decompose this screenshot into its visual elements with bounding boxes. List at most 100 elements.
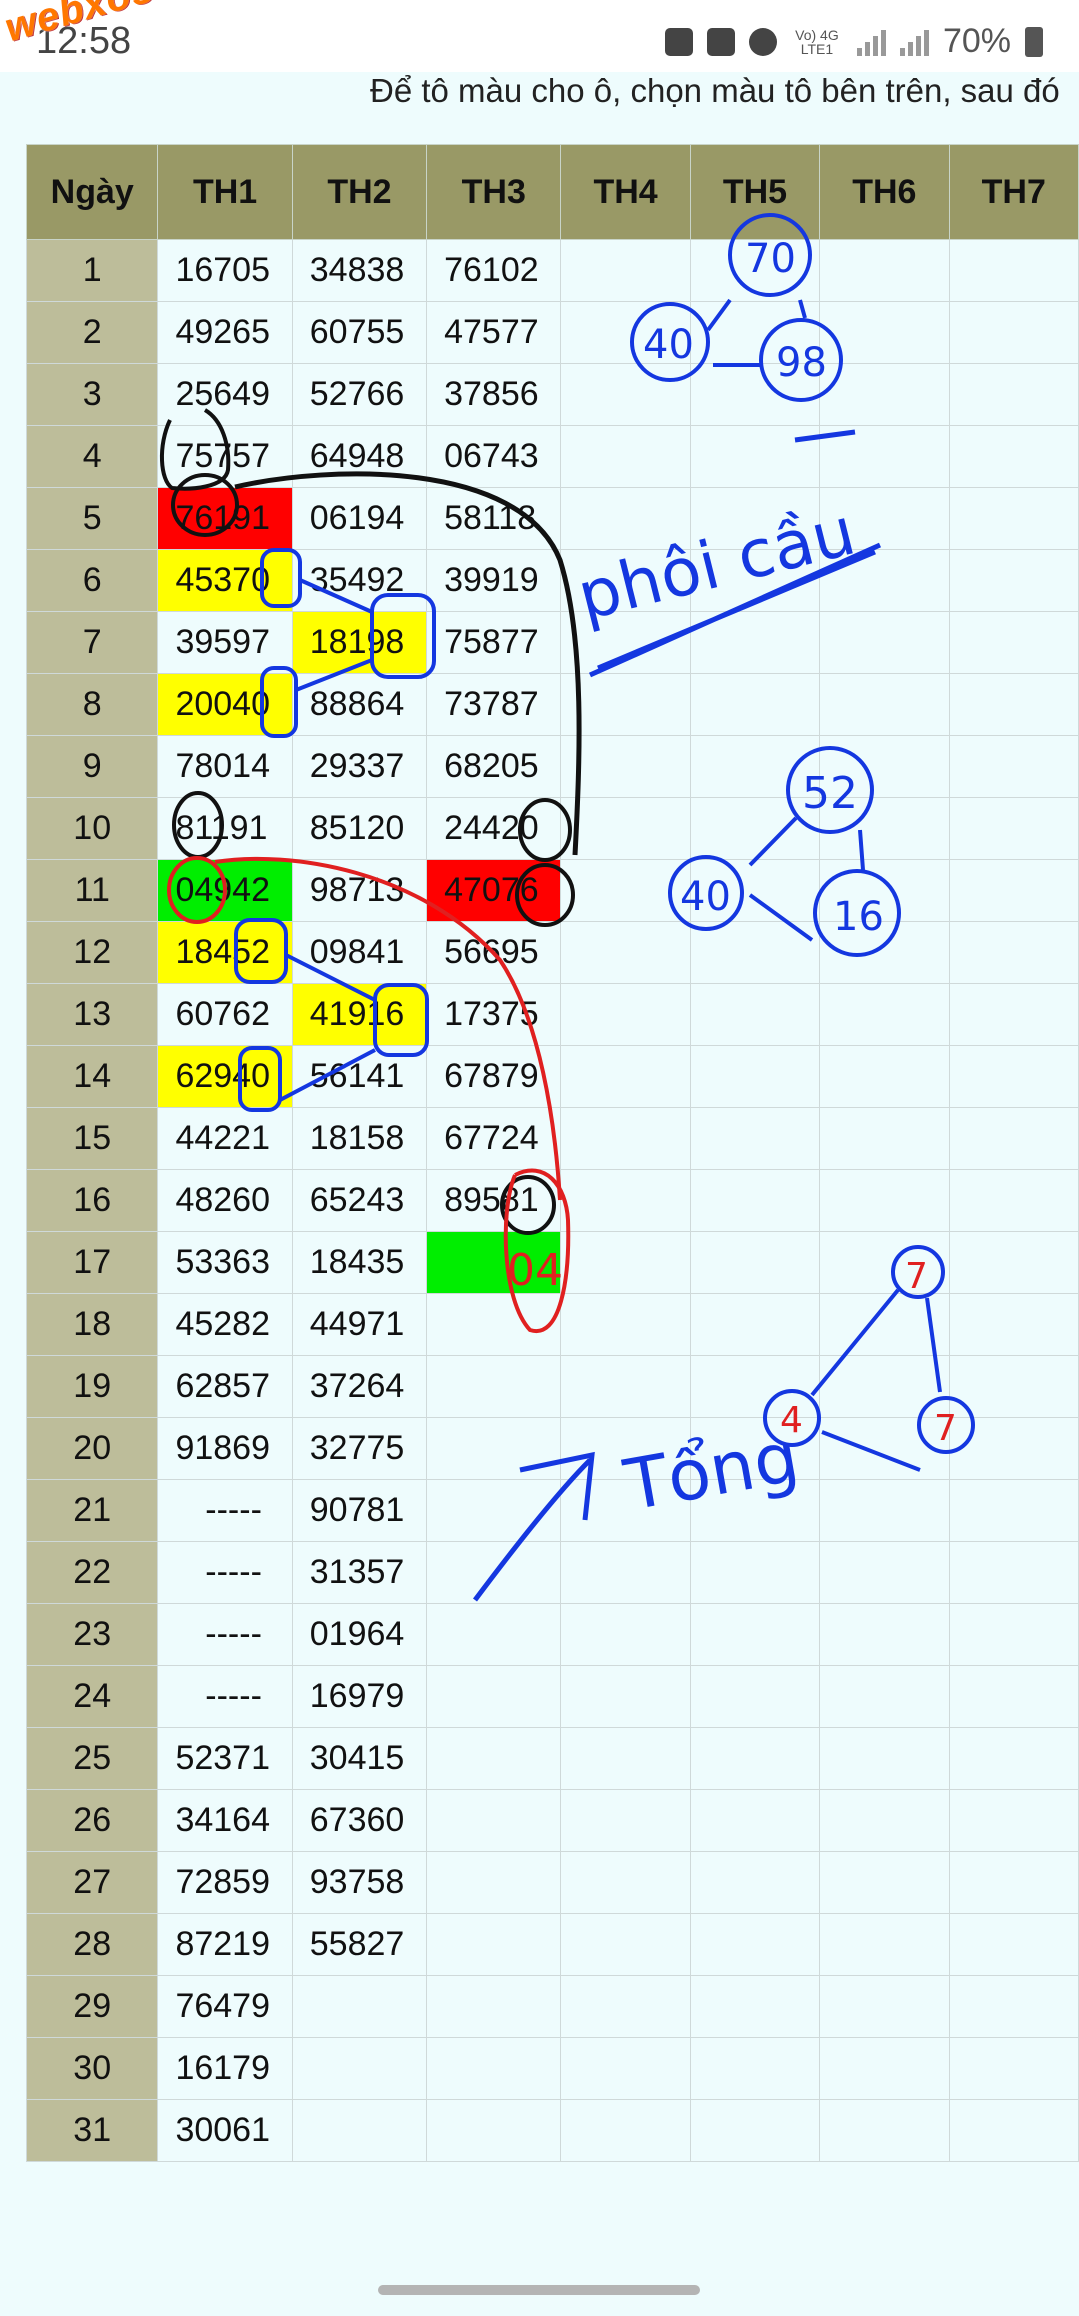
result-cell[interactable] [426, 2037, 562, 2100]
result-cell[interactable]: 37264 [291, 1355, 428, 1418]
result-cell[interactable]: 76191 [157, 487, 293, 550]
result-cell[interactable] [819, 1231, 950, 1294]
result-cell[interactable] [560, 425, 691, 488]
result-cell[interactable] [689, 611, 821, 674]
result-cell[interactable] [689, 1169, 821, 1232]
result-cell[interactable] [948, 1417, 1079, 1480]
result-cell[interactable] [819, 1603, 950, 1666]
result-cell[interactable]: 18158 [291, 1107, 428, 1170]
result-cell[interactable]: 55827 [291, 1913, 428, 1976]
result-cell[interactable]: 88864 [291, 673, 428, 736]
result-cell[interactable] [819, 549, 950, 612]
result-cell[interactable] [689, 1231, 821, 1294]
result-cell[interactable] [689, 859, 821, 922]
result-cell[interactable] [689, 797, 821, 860]
result-cell[interactable] [948, 1727, 1079, 1790]
result-cell[interactable]: 20040 [157, 673, 293, 736]
result-cell[interactable]: 47577 [426, 301, 562, 364]
result-cell[interactable] [560, 859, 691, 922]
result-cell[interactable] [819, 1479, 950, 1542]
result-cell[interactable] [948, 983, 1079, 1046]
result-cell[interactable]: 65243 [291, 1169, 428, 1232]
grid-container[interactable]: Ngày TH1 TH2 TH3 TH4 TH5 TH6 TH7 1 16705 34838 761… [26, 144, 1079, 2164]
result-cell[interactable] [689, 1479, 821, 1542]
result-cell[interactable]: 52371 [157, 1727, 293, 1790]
result-cell[interactable]: 58118 [426, 487, 562, 550]
result-cell[interactable] [689, 487, 821, 550]
result-cell[interactable] [689, 1727, 821, 1790]
result-cell[interactable] [689, 673, 821, 736]
result-cell[interactable]: 44971 [291, 1293, 428, 1356]
result-cell[interactable] [948, 611, 1079, 674]
result-cell[interactable] [560, 1913, 691, 1976]
result-cell[interactable] [819, 735, 950, 798]
result-cell[interactable] [426, 1479, 562, 1542]
result-cell[interactable] [689, 1293, 821, 1356]
result-cell[interactable] [819, 2037, 950, 2100]
result-cell[interactable]: 56141 [291, 1045, 428, 1108]
result-cell[interactable] [560, 797, 691, 860]
result-cell[interactable] [689, 1913, 821, 1976]
result-cell[interactable]: 30061 [157, 2099, 293, 2162]
result-cell[interactable] [948, 363, 1079, 426]
result-cell[interactable]: 60762 [157, 983, 293, 1046]
result-cell[interactable] [689, 1975, 821, 2038]
result-cell[interactable] [560, 1727, 691, 1790]
result-cell[interactable] [819, 301, 950, 364]
result-cell[interactable] [948, 2037, 1079, 2100]
result-cell[interactable]: 30415 [291, 1727, 428, 1790]
result-cell[interactable]: 62940 [157, 1045, 293, 1108]
result-cell[interactable]: 34838 [291, 239, 428, 302]
result-cell[interactable]: 16979 [291, 1665, 428, 1728]
result-cell[interactable] [819, 363, 950, 426]
result-cell[interactable]: 75877 [426, 611, 562, 674]
result-cell[interactable] [689, 239, 821, 302]
result-cell[interactable] [819, 797, 950, 860]
result-cell[interactable] [560, 673, 691, 736]
result-cell[interactable]: 60755 [291, 301, 428, 364]
result-cell[interactable]: 49265 [157, 301, 293, 364]
result-cell[interactable]: 17375 [426, 983, 562, 1046]
result-cell[interactable] [819, 1355, 950, 1418]
result-cell[interactable]: 93758 [291, 1851, 428, 1914]
result-cell[interactable]: 47076 [426, 859, 562, 922]
result-cell[interactable] [560, 1603, 691, 1666]
result-cell[interactable] [689, 921, 821, 984]
result-cell[interactable] [560, 1975, 691, 2038]
result-cell[interactable] [291, 1975, 428, 2038]
result-cell[interactable]: 72859 [157, 1851, 293, 1914]
result-cell[interactable]: 67879 [426, 1045, 562, 1108]
result-cell[interactable] [819, 1045, 950, 1108]
result-cell[interactable] [560, 1479, 691, 1542]
result-cell[interactable] [560, 1293, 691, 1356]
result-cell[interactable] [948, 1789, 1079, 1852]
result-cell[interactable] [689, 1603, 821, 1666]
result-cell[interactable] [291, 2037, 428, 2100]
result-cell[interactable] [426, 1541, 562, 1604]
result-cell[interactable] [560, 921, 691, 984]
result-cell[interactable] [689, 549, 821, 612]
result-cell[interactable]: 41916 [291, 983, 428, 1046]
result-cell[interactable] [560, 611, 691, 674]
result-cell[interactable]: 64948 [291, 425, 428, 488]
result-cell[interactable] [560, 1851, 691, 1914]
result-cell[interactable] [819, 1851, 950, 1914]
result-cell[interactable] [948, 425, 1079, 488]
result-cell[interactable] [819, 487, 950, 550]
result-cell[interactable]: 81191 [157, 797, 293, 860]
result-cell[interactable] [560, 301, 691, 364]
result-cell[interactable]: 34164 [157, 1789, 293, 1852]
result-cell[interactable] [819, 859, 950, 922]
result-cell[interactable] [948, 797, 1079, 860]
result-cell[interactable] [689, 1541, 821, 1604]
result-cell[interactable] [948, 1355, 1079, 1418]
result-cell[interactable]: ----- [157, 1665, 293, 1728]
result-cell[interactable]: 04942 [157, 859, 293, 922]
result-cell[interactable] [948, 859, 1079, 922]
result-cell[interactable] [426, 1603, 562, 1666]
result-cell[interactable] [689, 1851, 821, 1914]
result-cell[interactable] [426, 1665, 562, 1728]
result-cell[interactable] [948, 1231, 1079, 1294]
result-cell[interactable] [948, 1665, 1079, 1728]
result-cell[interactable] [948, 921, 1079, 984]
